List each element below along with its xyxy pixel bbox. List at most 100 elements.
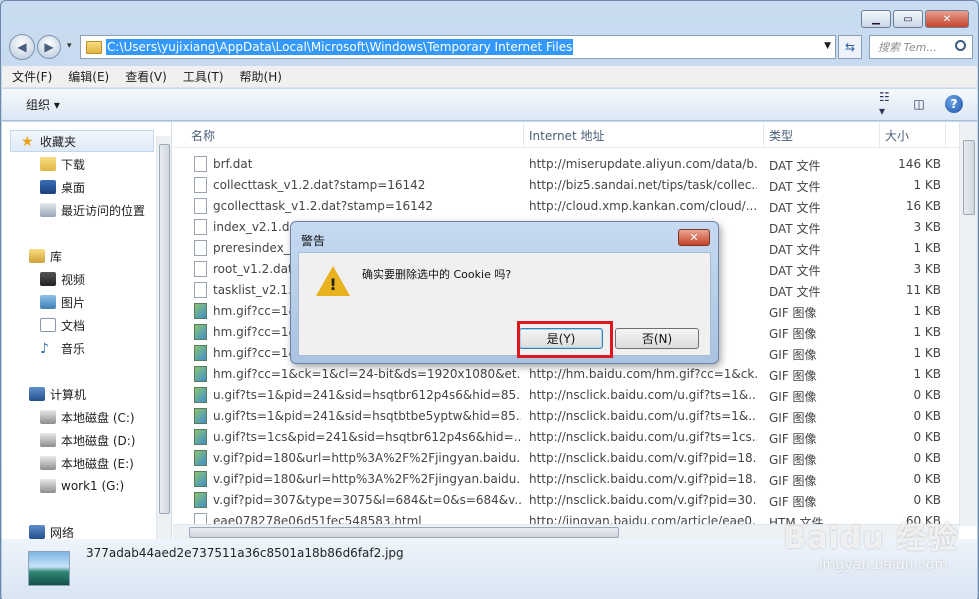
cell-size: 146 KB xyxy=(898,157,941,171)
back-button[interactable]: ◀ xyxy=(9,34,35,60)
column-type[interactable]: 类型 xyxy=(769,127,793,144)
cell-size: 1 KB xyxy=(913,241,941,255)
file-list-scrollbar[interactable] xyxy=(959,122,977,526)
nav-drive-d[interactable]: 本地磁盘 (D:) xyxy=(40,429,135,451)
file-list-hscrollbar-thumb[interactable] xyxy=(189,527,619,538)
cell-size: 1 KB xyxy=(913,325,941,339)
navigation-pane: ★ 收藏夹 下载 桌面 最近访问的位置 库 视频 图片 文档 ♪ 音乐 计算机 … xyxy=(2,122,172,540)
search-input[interactable]: 搜索 Tem... xyxy=(869,35,973,59)
cell-size: 0 KB xyxy=(913,409,941,423)
menu-file[interactable]: 文件(F) xyxy=(12,68,52,85)
table-row[interactable]: u.gif?ts=1&pid=241&sid=hsqtbr612p4s6&hid… xyxy=(173,385,959,406)
cell-type: GIF 图像 xyxy=(769,306,817,320)
nav-libraries[interactable]: 库 xyxy=(29,245,62,267)
cell-name: v.gif?pid=180&url=http%3A%2F%2Fjingyan.b… xyxy=(213,451,521,465)
cell-name: collecttask_v1.2.dat?stamp=16142 xyxy=(213,178,426,192)
nav-pictures[interactable]: 图片 xyxy=(40,291,85,313)
cell-type: GIF 图像 xyxy=(769,453,817,467)
nav-videos[interactable]: 视频 xyxy=(40,268,85,290)
table-row[interactable]: brf.dat http://miserupdate.aliyun.com/dat… xyxy=(173,154,959,175)
nav-drive-e[interactable]: 本地磁盘 (E:) xyxy=(40,452,134,474)
address-dropdown-icon[interactable]: ▼ xyxy=(824,41,831,51)
dialog-close-button[interactable]: ✕ xyxy=(678,229,710,246)
cell-size: 16 KB xyxy=(905,199,941,213)
cell-type: DAT 文件 xyxy=(769,180,821,194)
address-path[interactable]: C:\Users\yujixiang\AppData\Local\Microso… xyxy=(106,39,574,55)
address-bar[interactable]: C:\Users\yujixiang\AppData\Local\Microso… xyxy=(80,35,836,59)
view-options-icon[interactable]: ☷ ▾ xyxy=(879,90,899,118)
menu-view[interactable]: 查看(V) xyxy=(125,68,167,85)
image-file-icon xyxy=(194,324,207,340)
no-button[interactable]: 否(N) xyxy=(615,328,699,349)
cell-size: 3 KB xyxy=(913,262,941,276)
help-icon[interactable]: ? xyxy=(945,95,963,113)
close-button[interactable]: ✕ xyxy=(925,10,969,28)
cell-size: 0 KB xyxy=(913,451,941,465)
nav-music[interactable]: ♪ 音乐 xyxy=(40,337,85,359)
cell-name: u.gif?ts=1&pid=241&sid=hsqtbr612p4s6&hid… xyxy=(213,388,521,402)
image-file-icon xyxy=(194,366,207,382)
network-icon xyxy=(29,525,45,539)
table-row[interactable]: u.gif?ts=1&pid=241&sid=hsqtbtbe5yptw&hid… xyxy=(173,406,959,427)
refresh-button[interactable]: ⇆ xyxy=(838,35,862,59)
column-address[interactable]: Internet 地址 xyxy=(529,127,604,144)
search-icon[interactable] xyxy=(955,40,966,51)
image-file-icon xyxy=(194,450,207,466)
cell-type: GIF 图像 xyxy=(769,411,817,425)
nav-scrollbar[interactable] xyxy=(156,136,171,539)
nav-downloads[interactable]: 下载 xyxy=(40,153,85,175)
table-row[interactable]: v.gif?pid=180&url=http%3A%2F%2Fjingyan.b… xyxy=(173,469,959,490)
nav-desktop[interactable]: 桌面 xyxy=(40,176,85,198)
table-row[interactable]: u.gif?ts=1cs&pid=241&sid=hsqtbr612p4s6&h… xyxy=(173,427,959,448)
music-icon: ♪ xyxy=(40,341,49,357)
nav-drive-c[interactable]: 本地磁盘 (C:) xyxy=(40,406,135,428)
minimize-button[interactable]: ▁ xyxy=(861,10,891,28)
nav-network-label: 网络 xyxy=(50,525,75,540)
menu-tools[interactable]: 工具(T) xyxy=(183,68,224,85)
table-row[interactable]: v.gif?pid=307&type=3075&l=684&t=0&s=684&… xyxy=(173,490,959,511)
nav-favorites[interactable]: ★ 收藏夹 xyxy=(10,130,154,152)
nav-recent[interactable]: 最近访问的位置 xyxy=(40,199,145,221)
drive-icon xyxy=(40,456,56,470)
file-icon xyxy=(194,156,207,172)
menu-edit[interactable]: 编辑(E) xyxy=(68,68,109,85)
nav-drive-g[interactable]: work1 (G:) xyxy=(40,475,124,497)
cell-size: 0 KB xyxy=(913,493,941,507)
column-size[interactable]: 大小 xyxy=(885,127,909,144)
refresh-icon: ⇆ xyxy=(844,40,856,54)
forward-button[interactable]: ▶ xyxy=(37,35,61,59)
menu-help[interactable]: 帮助(H) xyxy=(240,68,282,85)
organize-button[interactable]: 组织 ▾ xyxy=(26,96,60,113)
pictures-icon xyxy=(40,295,56,309)
nav-documents[interactable]: 文档 xyxy=(40,314,85,336)
documents-icon xyxy=(40,318,56,332)
table-row[interactable]: collecttask_v1.2.dat?stamp=16142 http://b… xyxy=(173,175,959,196)
nav-computer[interactable]: 计算机 xyxy=(29,383,86,405)
cell-type: GIF 图像 xyxy=(769,390,817,404)
column-name[interactable]: 名称 xyxy=(191,127,215,144)
preview-pane-icon[interactable]: ◫ xyxy=(909,95,929,113)
cell-type: GIF 图像 xyxy=(769,474,817,488)
recent-pages-dropdown[interactable]: ▾ xyxy=(67,41,72,51)
cell-address: http://miserupdate.aliyun.com/data/b... xyxy=(529,157,757,171)
downloads-folder-icon xyxy=(40,157,56,171)
selected-file-name: 377adab44aed2e737511a36c8501a18b86d6faf2… xyxy=(86,546,404,560)
file-list-scrollbar-thumb[interactable] xyxy=(963,140,975,215)
cell-size: 1 KB xyxy=(913,178,941,192)
table-row[interactable]: v.gif?pid=180&url=http%3A%2F%2Fjingyan.b… xyxy=(173,448,959,469)
cell-name: v.gif?pid=180&url=http%3A%2F%2Fjingyan.b… xyxy=(213,472,521,486)
file-icon xyxy=(194,240,207,256)
image-file-icon xyxy=(194,471,207,487)
watermark-url: jingyan.baidu.com xyxy=(818,557,948,573)
cell-size: 0 KB xyxy=(913,388,941,402)
maximize-button[interactable]: ▭ xyxy=(893,10,923,28)
nav-scrollbar-thumb[interactable] xyxy=(159,144,170,514)
nav-drive-g-label: work1 (G:) xyxy=(61,479,125,493)
table-row[interactable]: gcollecttask_v1.2.dat?stamp=16142 http://… xyxy=(173,196,959,217)
recent-places-icon xyxy=(40,203,56,217)
nav-desktop-label: 桌面 xyxy=(61,180,86,195)
cell-address: http://nsclick.baidu.com/v.gif?pid=30... xyxy=(529,493,757,507)
cell-size: 3 KB xyxy=(913,220,941,234)
dialog-title: 警告 xyxy=(301,234,326,248)
table-row[interactable]: hm.gif?cc=1&ck=1&cl=24-bit&ds=1920x1080&… xyxy=(173,364,959,385)
